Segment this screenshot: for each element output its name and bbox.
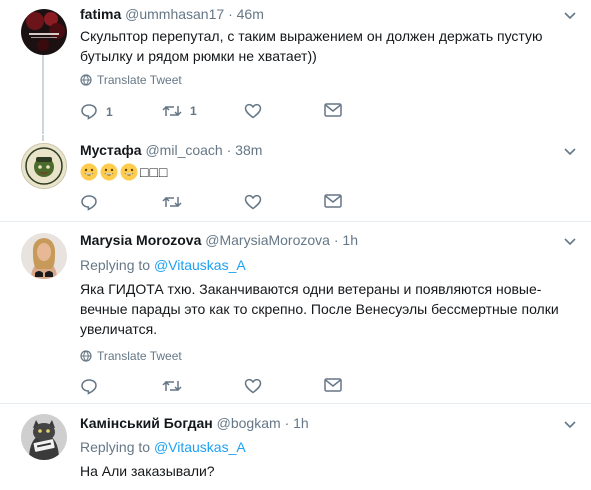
dm-button[interactable] [324,103,342,117]
tweet-text: На Али заказывали? [80,463,215,479]
chevron-down-icon[interactable] [563,8,577,22]
reply-button[interactable] [80,194,98,211]
user-handle[interactable]: @bogkam [217,415,281,431]
separator-dot: · [226,142,232,158]
reply-button[interactable]: 1 [80,103,113,120]
reply-icon [81,104,97,120]
dm-button[interactable] [324,194,342,208]
thread-line [42,135,44,141]
like-button[interactable] [244,194,262,210]
thread-line [42,54,44,134]
tweet-header: Marysia Morozova @MarysiaMorozova · 1h [80,232,358,248]
replying-to-label: Replying to [80,257,151,273]
translate-label: Translate Tweet [97,349,182,363]
separator-dot: · [228,6,233,22]
chevron-down-icon[interactable] [563,234,577,248]
separator-dot: · [284,415,290,431]
retweet-icon [162,196,182,208]
tweet-header: fatima @ummhasan17 · 46m [80,6,264,22]
tweet-text: □□□ [80,162,580,183]
grinning-face-emoji-icon [100,163,118,181]
avatar-fatima-image [21,9,67,55]
dm-button[interactable] [324,378,342,392]
translate-label: Translate Tweet [97,73,182,87]
replying-to: Replying to @Vitauskas_A [80,439,246,455]
globe-icon [80,350,92,362]
tweet-text: Яка ГИДОТА тхю. Заканчиваются одни ветер… [80,281,559,337]
retweet-count: 1 [190,104,197,118]
unsupported-glyph-boxes: □□□ [140,164,169,180]
envelope-icon [324,194,342,208]
tweet-header: Мустафа @mil_coach · 38m [80,142,262,158]
replying-to-mention[interactable]: @Vitauskas_A [154,257,246,273]
retweet-button[interactable]: 1 [162,103,197,119]
tweet-marysia[interactable]: Marysia Morozova @MarysiaMorozova · 1h R… [0,222,591,402]
like-button[interactable] [244,378,262,394]
retweet-icon [162,105,182,117]
replying-to-label: Replying to [80,439,151,455]
avatar-kaminskyi[interactable] [21,414,67,460]
avatar-mustafa-image [22,144,66,188]
display-name[interactable]: Камінський Богдан [80,415,213,431]
envelope-icon [324,103,342,117]
separator-dot: · [333,232,339,248]
globe-icon [80,74,92,86]
translate-tweet-link[interactable]: Translate Tweet [80,73,182,87]
chevron-down-icon[interactable] [563,417,577,431]
tweet-kaminskyi[interactable]: Камінський Богдан @bogkam · 1h Replying … [0,404,591,490]
tweet-actions: 1 1 [80,103,500,123]
reply-count: 1 [106,104,113,119]
avatar-kaminskyi-image [21,414,67,460]
tweet-mustafa[interactable]: Мустафа @mil_coach · 38m □□□ [0,135,591,215]
heart-icon [244,378,262,394]
user-handle[interactable]: @ummhasan17 [125,6,224,22]
avatar-mustafa[interactable] [21,143,67,189]
tweet-fatima[interactable]: fatima @ummhasan17 · 46m Скульптор переп… [0,0,591,135]
user-handle[interactable]: @mil_coach [145,142,222,158]
translate-tweet-link[interactable]: Translate Tweet [80,349,182,363]
retweet-button[interactable] [162,194,182,210]
heart-icon [244,194,262,210]
display-name[interactable]: Мустафа [80,142,142,158]
reply-icon [81,379,97,395]
tweet-text: Скульптор перепутал, с таким выражением … [80,28,543,64]
retweet-button[interactable] [162,378,182,394]
avatar-marysia-image [21,233,67,279]
timestamp[interactable]: 46m [237,6,264,22]
display-name[interactable]: fatima [80,6,121,22]
tweet-actions [80,378,500,398]
replying-to-mention[interactable]: @Vitauskas_A [154,439,246,455]
user-handle[interactable]: @MarysiaMorozova [205,232,330,248]
display-name[interactable]: Marysia Morozova [80,232,201,248]
timestamp[interactable]: 38m [235,142,262,158]
heart-icon [244,103,262,119]
avatar-fatima[interactable] [21,9,67,55]
reply-button[interactable] [80,378,98,395]
timestamp[interactable]: 1h [342,232,358,248]
like-button[interactable] [244,103,262,119]
chevron-down-icon[interactable] [563,144,577,158]
grinning-face-emoji-icon [120,163,138,181]
reply-icon [81,195,97,211]
tweet-actions [80,194,500,214]
retweet-icon [162,380,182,392]
avatar-marysia[interactable] [21,233,67,279]
tweet-header: Камінський Богдан @bogkam · 1h [80,415,309,431]
timestamp[interactable]: 1h [293,415,309,431]
replying-to: Replying to @Vitauskas_A [80,257,246,273]
envelope-icon [324,378,342,392]
grinning-face-emoji-icon [80,163,98,181]
